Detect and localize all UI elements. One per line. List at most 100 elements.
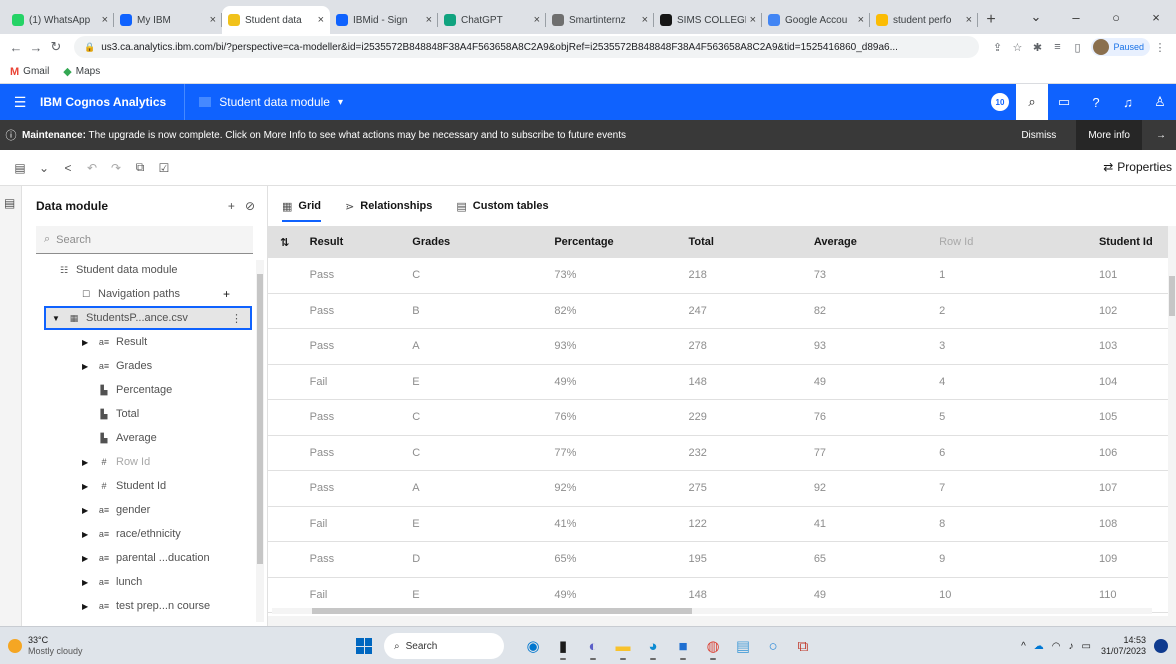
validate-icon[interactable]: ☑ — [152, 161, 176, 175]
reading-list-icon[interactable]: ≡ — [1047, 41, 1067, 53]
table-row[interactable]: Pass C 76% 229 76 5 105 — [268, 400, 1168, 436]
taskbar-search[interactable]: ⌕ Search — [384, 633, 504, 659]
url-field[interactable]: 🔒 us3.ca.analytics.ibm.com/bi/?perspecti… — [74, 36, 980, 58]
chevron-up-icon[interactable]: ^ — [1021, 641, 1026, 652]
table-row[interactable]: Fail E 41% 122 41 8 108 — [268, 507, 1168, 542]
notifications-button[interactable]: 10 — [984, 84, 1016, 120]
sort-icon[interactable]: ⇅ — [268, 236, 306, 249]
browser-tab[interactable]: Google Accou × — [762, 6, 870, 34]
browser-tab[interactable]: student perfo × — [870, 6, 978, 34]
browser-tab[interactable]: Student data × — [222, 6, 330, 34]
tree-item[interactable]: ▙ Total — [22, 402, 258, 426]
bell-icon[interactable]: ♫ — [1112, 84, 1144, 120]
caret-icon[interactable]: ▶ — [82, 554, 96, 563]
notepad-icon[interactable]: ▤ — [728, 631, 758, 661]
dismiss-button[interactable]: Dismiss — [1001, 130, 1076, 141]
wifi-icon[interactable]: ◠ — [1052, 641, 1061, 652]
caret-icon[interactable]: ▼ — [52, 314, 66, 323]
search-icon[interactable]: ⌕ — [1016, 84, 1048, 120]
table-row[interactable]: Pass A 93% 278 93 3 103 — [268, 329, 1168, 365]
caret-icon[interactable]: ▶ — [82, 362, 96, 371]
help-icon[interactable]: ? — [1080, 84, 1112, 120]
close-icon[interactable]: × — [210, 14, 216, 26]
table-row[interactable]: Fail E 49% 148 49 4 104 — [268, 365, 1168, 400]
data-source-icon[interactable]: ▤ — [4, 196, 15, 210]
tree-item[interactable]: ▙ Average — [22, 426, 258, 450]
browser-tab[interactable]: ChatGPT × — [438, 6, 546, 34]
hamburger-menu-icon[interactable]: ☰ — [0, 94, 40, 111]
tree-item[interactable]: ▶ a≡ parental ...ducation — [22, 546, 258, 570]
column-header[interactable]: Result — [306, 236, 413, 248]
tree-item[interactable]: ☷ Student data module — [22, 258, 258, 282]
close-icon[interactable]: × — [858, 14, 864, 26]
tree-item[interactable]: ▶ a≡ Grades — [22, 354, 258, 378]
dell-icon[interactable]: ◉ — [518, 631, 548, 661]
tree-item[interactable]: ▶ a≡ gender — [22, 498, 258, 522]
close-icon[interactable]: × — [426, 14, 432, 26]
panel-scrollbar[interactable] — [256, 260, 264, 622]
browser-tab[interactable]: (1) WhatsApp × — [6, 6, 114, 34]
bookmark-star-icon[interactable]: ☆ — [1007, 41, 1027, 54]
weather-widget[interactable]: 33°C Mostly cloudy — [0, 635, 200, 657]
relink-icon[interactable]: ⊘ — [245, 199, 255, 213]
column-header[interactable]: Total — [689, 236, 814, 248]
close-icon[interactable]: × — [1136, 10, 1176, 25]
table-row[interactable]: Pass B 82% 247 82 2 102 — [268, 294, 1168, 329]
battery-icon[interactable]: ▭ — [1082, 641, 1091, 652]
module-switcher[interactable]: Student data module ▾ — [185, 95, 343, 109]
bookmark-maps[interactable]: ◆ Maps — [63, 65, 100, 78]
panel-search-input[interactable]: ⌕ Search — [36, 226, 253, 254]
share-icon[interactable]: ⇪ — [987, 41, 1007, 54]
tree-item[interactable]: ▶ a≡ test prep...n course — [22, 594, 258, 618]
properties-button[interactable]: ⇄ Properties — [1103, 160, 1172, 174]
column-header[interactable]: Row Id — [939, 236, 1099, 248]
redo-icon[interactable]: ↷ — [104, 161, 128, 175]
tree-item[interactable]: ▶ a≡ Result — [22, 330, 258, 354]
bookmark-gmail[interactable]: M Gmail — [10, 66, 49, 78]
caret-icon[interactable]: ▶ — [82, 602, 96, 611]
table-row[interactable]: Pass A 92% 275 92 7 107 — [268, 471, 1168, 507]
tree-item[interactable]: ☐ Navigation paths + — [22, 282, 258, 306]
caret-icon[interactable]: ▶ — [82, 458, 96, 467]
tree-item[interactable]: ▙ Percentage — [22, 378, 258, 402]
table-row[interactable]: Pass C 77% 232 77 6 106 — [268, 436, 1168, 471]
reload-icon[interactable]: ↻ — [46, 39, 66, 55]
scroll-thumb[interactable] — [257, 274, 263, 564]
table-row[interactable]: Pass C 73% 218 73 1 101 — [268, 258, 1168, 294]
undo-icon[interactable]: ↶ — [80, 161, 104, 175]
browser-tab[interactable]: My IBM × — [114, 6, 222, 34]
close-icon[interactable]: × — [318, 14, 324, 26]
tree-item[interactable]: ▶ a≡ race/ethnicity — [22, 522, 258, 546]
vertical-scrollbar[interactable] — [1168, 226, 1176, 616]
close-icon[interactable]: × — [102, 14, 108, 26]
caret-icon[interactable]: ▶ — [82, 338, 96, 347]
new-tab-icon[interactable]: + — [978, 6, 1004, 34]
chrome-icon[interactable]: ◍ — [698, 631, 728, 661]
tree-item[interactable]: ▶ # Row Id — [22, 450, 258, 474]
arrow-right-icon[interactable]: → — [1142, 130, 1176, 141]
chat-icon[interactable]: ◐ — [578, 631, 608, 661]
notification-icon[interactable] — [1154, 639, 1168, 653]
back-icon[interactable]: ← — [6, 40, 26, 55]
chat-icon[interactable]: ▭ — [1048, 84, 1080, 120]
add-icon[interactable]: + — [228, 199, 235, 213]
overflow-menu-icon[interactable]: ⋮ — [231, 312, 242, 325]
side-panel-icon[interactable]: ▯ — [1067, 41, 1087, 54]
user-icon[interactable]: ♙ — [1144, 84, 1176, 120]
close-icon[interactable]: × — [750, 14, 756, 26]
tab-grid[interactable]: ▦ Grid — [282, 186, 322, 226]
share-icon[interactable]: < — [56, 161, 80, 175]
caret-icon[interactable]: ▶ — [82, 482, 96, 491]
task-view-icon[interactable]: ▮ — [548, 631, 578, 661]
file-explorer-icon[interactable]: ▬ — [608, 631, 638, 661]
store-icon[interactable]: ■ — [668, 631, 698, 661]
windows-start-icon[interactable] — [356, 638, 372, 654]
tab-relationships[interactable]: ⋗ Relationships — [345, 186, 432, 226]
table-row[interactable]: Pass D 65% 195 65 9 109 — [268, 542, 1168, 578]
chevron-down-icon[interactable]: ⌄ — [32, 161, 56, 175]
cortana-icon[interactable]: ○ — [758, 631, 788, 661]
caret-icon[interactable]: ▶ — [82, 530, 96, 539]
tree-item[interactable]: ▶ # Student Id — [22, 474, 258, 498]
close-icon[interactable]: × — [642, 14, 648, 26]
browser-tab[interactable]: Smartinternz × — [546, 6, 654, 34]
